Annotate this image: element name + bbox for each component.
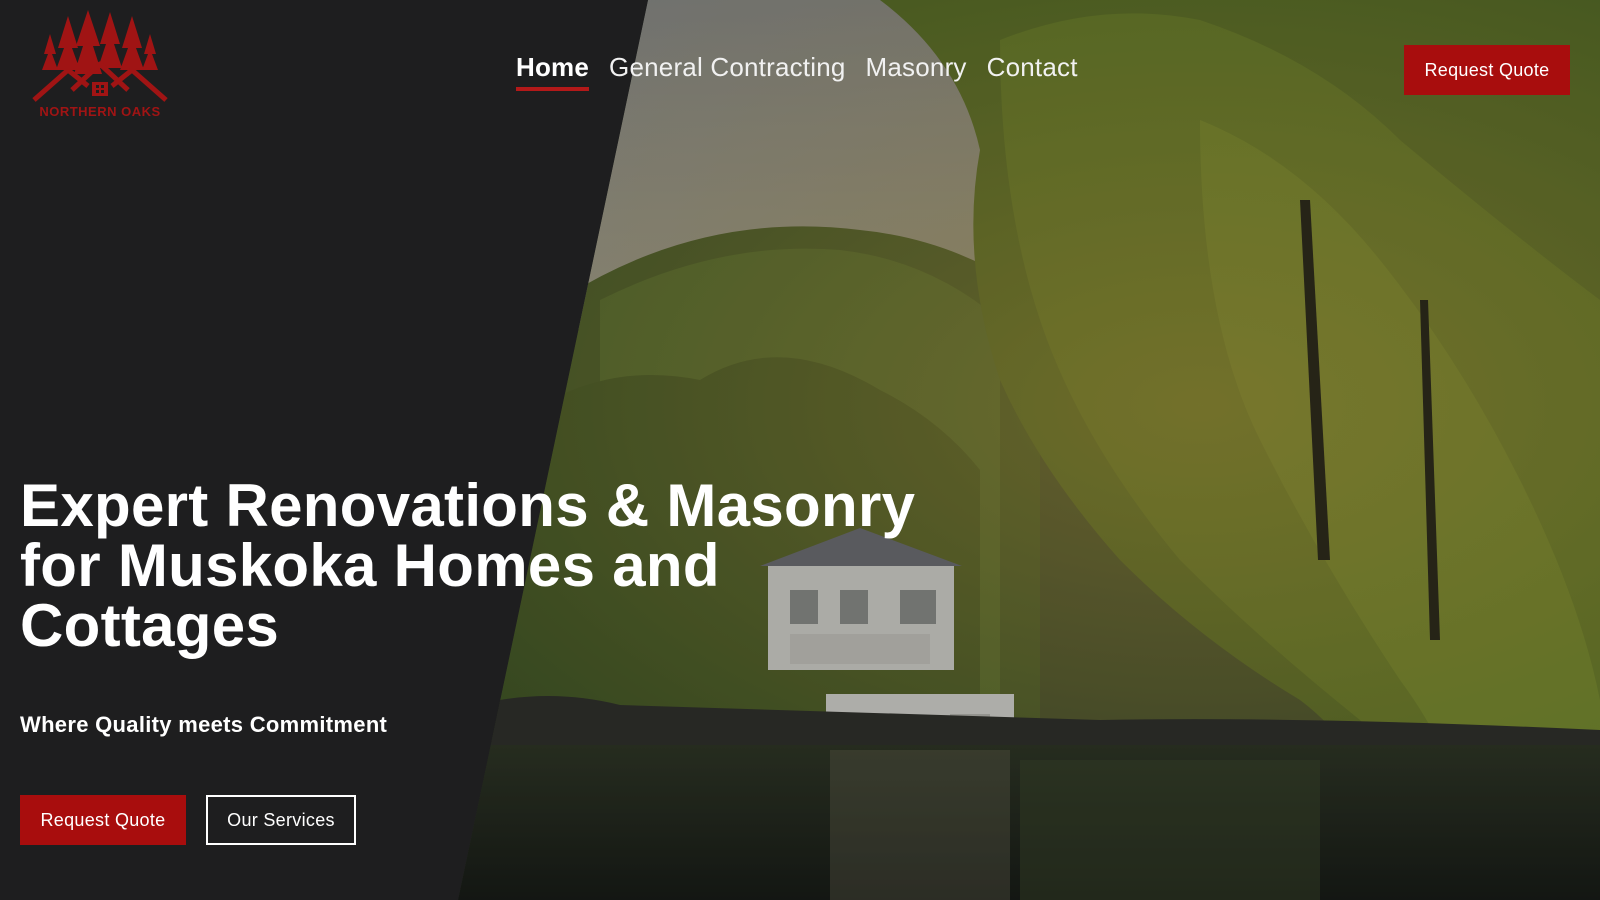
nav-contact[interactable]: Contact (987, 52, 1078, 87)
hero-our-services-button[interactable]: Our Services (206, 795, 356, 845)
hero-subtitle: Where Quality meets Commitment (20, 712, 388, 737)
logo-wordmark: NORTHERN OAKS (39, 104, 161, 119)
main-nav: Home General Contracting Masonry Contact (516, 52, 1078, 92)
hero-request-quote-button[interactable]: Request Quote (20, 795, 186, 845)
nav-masonry[interactable]: Masonry (866, 52, 967, 87)
nav-home[interactable]: Home (516, 52, 590, 91)
header-request-quote-button[interactable]: Request Quote (1404, 45, 1570, 95)
hero-title: Expert Renovations & Masonry for Muskoka… (20, 472, 916, 659)
pine-tree-house-logo-icon (32, 10, 168, 102)
brand-logo[interactable]: NORTHERN OAKS (28, 8, 172, 132)
nav-general-contracting[interactable]: General Contracting (609, 52, 845, 87)
